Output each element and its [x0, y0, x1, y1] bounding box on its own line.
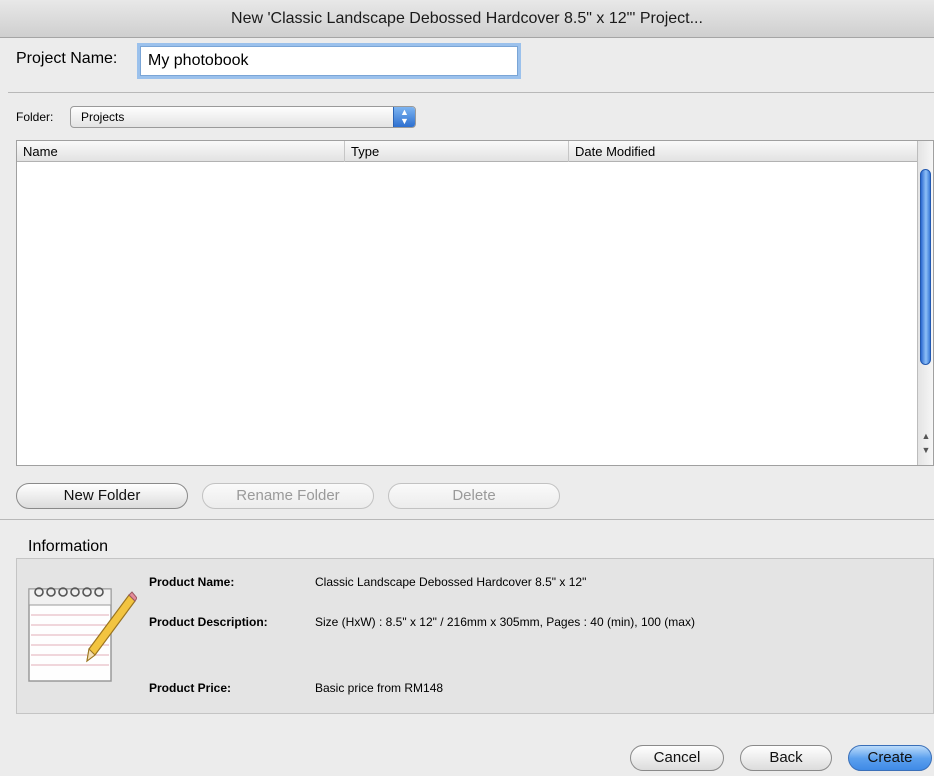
column-header-date-modified[interactable]: Date Modified — [569, 141, 917, 162]
project-name-input[interactable] — [140, 46, 518, 76]
product-price-label: Product Price: — [149, 681, 232, 695]
scroll-up-arrow-icon[interactable]: ▲ — [919, 429, 933, 443]
updown-chevron-icon: ▲ ▼ — [393, 107, 415, 127]
folder-row: Folder: Projects ▲ ▼ — [0, 104, 934, 130]
divider — [0, 519, 934, 520]
window-title: New 'Classic Landscape Debossed Hardcove… — [0, 0, 934, 38]
column-header-type[interactable]: Type — [345, 141, 569, 162]
project-name-label: Project Name: — [16, 50, 118, 67]
product-name-label: Product Name: — [149, 575, 235, 589]
file-list-body[interactable] — [17, 162, 917, 465]
file-list[interactable]: Name Type Date Modified ▲ ▼ — [16, 140, 934, 466]
notepad-pencil-icon — [28, 587, 137, 682]
back-button[interactable]: Back — [740, 745, 832, 771]
information-title: Information — [28, 538, 109, 555]
folder-select-value: Projects — [81, 110, 125, 124]
vertical-scrollbar[interactable]: ▲ ▼ — [917, 141, 933, 465]
delete-button[interactable]: Delete — [388, 483, 560, 509]
product-description-value: Size (HxW) : 8.5" x 12" / 216mm x 305mm,… — [315, 615, 695, 629]
folder-label: Folder: — [16, 110, 54, 124]
column-header-name[interactable]: Name — [17, 141, 345, 162]
product-price-value: Basic price from RM148 — [315, 681, 444, 695]
information-panel: Product Name: Classic Landscape Debossed… — [16, 558, 934, 714]
scroll-thumb[interactable] — [920, 169, 931, 365]
scroll-down-arrow-icon[interactable]: ▼ — [919, 443, 933, 457]
new-folder-button[interactable]: New Folder — [16, 483, 188, 509]
create-button[interactable]: Create — [848, 745, 932, 771]
cancel-button[interactable]: Cancel — [630, 745, 724, 771]
file-list-header: Name Type Date Modified — [17, 141, 917, 162]
folder-select[interactable]: Projects ▲ ▼ — [70, 106, 416, 128]
product-description-label: Product Description: — [149, 615, 268, 629]
project-name-row: Project Name: — [0, 38, 934, 92]
product-name-value: Classic Landscape Debossed Hardcover 8.5… — [315, 575, 587, 589]
divider — [8, 92, 934, 93]
rename-folder-button[interactable]: Rename Folder — [202, 483, 374, 509]
